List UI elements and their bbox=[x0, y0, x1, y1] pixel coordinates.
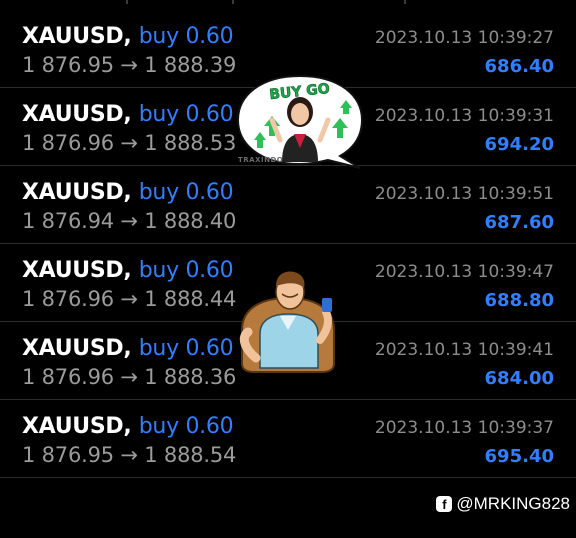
trade-time: 2023.10.13 10:39:41 bbox=[374, 340, 554, 360]
trade-time: 2023.10.13 10:39:31 bbox=[374, 106, 554, 126]
facebook-icon: f bbox=[436, 496, 453, 512]
trade-profit: 695.40 bbox=[484, 446, 554, 467]
open-price: 1 876.94 bbox=[22, 209, 114, 233]
price-arrow-icon: → bbox=[120, 131, 138, 155]
price-arrow-icon: → bbox=[120, 443, 138, 467]
trade-row[interactable]: XAUUSD, buy 0.60 1 876.95 → 1 888.54 202… bbox=[0, 400, 576, 478]
trade-side: buy 0.60 bbox=[138, 336, 234, 361]
trade-profit: 686.40 bbox=[484, 56, 554, 77]
trade-symbol: XAUUSD, buy 0.60 bbox=[22, 414, 234, 439]
trade-prices: 1 876.96 → 1 888.44 bbox=[22, 287, 236, 311]
man-chair-sticker bbox=[239, 271, 335, 373]
trade-prices: 1 876.94 → 1 888.40 bbox=[22, 209, 236, 233]
trade-prices: 1 876.96 → 1 888.36 bbox=[22, 365, 236, 389]
trade-time: 2023.10.13 10:39:51 bbox=[374, 184, 554, 204]
price-arrow-icon: → bbox=[120, 287, 138, 311]
trade-symbol: XAUUSD, buy 0.60 bbox=[22, 336, 234, 361]
trade-profit: 684.00 bbox=[484, 368, 554, 389]
trade-prices: 1 876.95 → 1 888.54 bbox=[22, 443, 236, 467]
close-price: 1 888.54 bbox=[144, 443, 237, 467]
edge-tick bbox=[126, 0, 128, 4]
trade-side: buy 0.60 bbox=[138, 180, 234, 205]
edge-tick bbox=[232, 0, 234, 4]
trade-symbol: XAUUSD, buy 0.60 bbox=[22, 258, 234, 283]
trade-time: 2023.10.13 10:39:27 bbox=[374, 28, 554, 48]
trade-symbol: XAUUSD, buy 0.60 bbox=[22, 24, 234, 49]
close-price: 1 888.53 bbox=[144, 131, 237, 155]
open-price: 1 876.96 bbox=[22, 365, 114, 389]
brand-logo: TRAXINDO bbox=[238, 156, 284, 164]
trade-symbol: XAUUSD, buy 0.60 bbox=[22, 102, 234, 127]
watermark-handle: @MRKING828 bbox=[456, 494, 570, 513]
close-price: 1 888.36 bbox=[144, 365, 237, 389]
trade-row[interactable]: XAUUSD, buy 0.60 1 876.94 → 1 888.40 202… bbox=[0, 166, 576, 244]
trade-side: buy 0.60 bbox=[138, 24, 234, 49]
open-price: 1 876.96 bbox=[22, 287, 114, 311]
trade-prices: 1 876.96 → 1 888.53 bbox=[22, 131, 236, 155]
trade-side: buy 0.60 bbox=[138, 258, 234, 283]
top-edge bbox=[0, 0, 576, 10]
edge-tick bbox=[404, 0, 406, 4]
trade-time: 2023.10.13 10:39:47 bbox=[374, 262, 554, 282]
close-price: 1 888.40 bbox=[144, 209, 237, 233]
price-arrow-icon: → bbox=[120, 365, 138, 389]
open-price: 1 876.95 bbox=[22, 443, 114, 467]
trade-profit: 687.60 bbox=[484, 212, 554, 233]
trade-side: buy 0.60 bbox=[138, 414, 234, 439]
trade-symbol: XAUUSD, buy 0.60 bbox=[22, 180, 234, 205]
trade-prices: 1 876.95 → 1 888.39 bbox=[22, 53, 236, 77]
open-price: 1 876.95 bbox=[22, 53, 114, 77]
trade-time: 2023.10.13 10:39:37 bbox=[374, 418, 554, 438]
price-arrow-icon: → bbox=[120, 53, 138, 77]
trade-side: buy 0.60 bbox=[138, 102, 234, 127]
close-price: 1 888.39 bbox=[144, 53, 237, 77]
trade-profit: 688.80 bbox=[484, 290, 554, 311]
price-arrow-icon: → bbox=[120, 209, 138, 233]
open-price: 1 876.96 bbox=[22, 131, 114, 155]
trade-profit: 694.20 bbox=[484, 134, 554, 155]
facebook-watermark: f @MRKING828 bbox=[436, 494, 570, 514]
close-price: 1 888.44 bbox=[144, 287, 237, 311]
